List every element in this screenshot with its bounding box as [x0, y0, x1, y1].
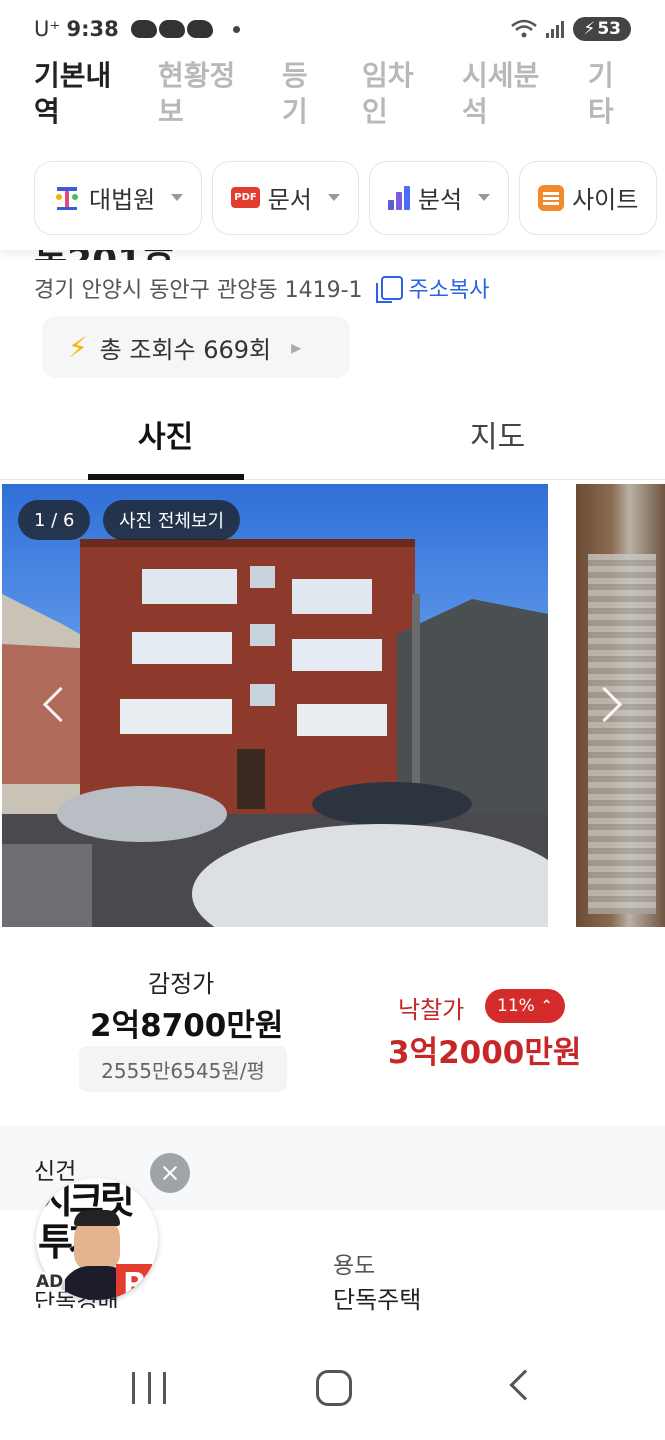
- more-notifications-icon: [232, 25, 240, 33]
- site-icon: [538, 184, 565, 211]
- copy-icon: [375, 276, 403, 303]
- talk-icon: [158, 20, 185, 38]
- section-tabs: 기본내역 현황정보 등기 임차인 시세분석 기타: [0, 58, 665, 142]
- charging-icon: ⚡: [583, 19, 596, 39]
- tab-price-analysis[interactable]: 시세분석: [462, 58, 550, 142]
- site-chip[interactable]: 사이트: [519, 160, 658, 235]
- talk-icon: [130, 20, 157, 38]
- bid-ratio-badge: 11% ⌃: [485, 989, 565, 1023]
- tab-map[interactable]: 지도: [470, 412, 525, 456]
- bid-ratio-value: 11%: [497, 996, 535, 1016]
- talk-icon: [186, 20, 213, 38]
- documents-chip[interactable]: PDF 문서: [212, 160, 359, 235]
- wifi-icon: [511, 19, 538, 38]
- lightning-icon: ⚡: [68, 330, 88, 364]
- chevron-up-icon: ⌃: [540, 998, 553, 1014]
- status-left: U⁺ 9:38: [34, 17, 240, 41]
- tab-basic-details[interactable]: 기본내역: [34, 58, 130, 142]
- tab-other[interactable]: 기타: [588, 58, 628, 142]
- back-button[interactable]: [509, 1369, 541, 1401]
- status-right: ⚡ 53: [511, 17, 631, 41]
- home-button[interactable]: [316, 1370, 352, 1406]
- ad-label: AD: [34, 1272, 66, 1292]
- court-chip-label: 대법원: [89, 186, 156, 214]
- chevron-right-icon[interactable]: [592, 682, 624, 730]
- view-all-photos-button[interactable]: 사진 전체보기: [103, 500, 241, 540]
- property-address: 경기 안양시 동안구 관양동 1419-1: [34, 278, 363, 303]
- chart-icon: [387, 185, 410, 210]
- tab-registry[interactable]: 등기: [282, 58, 322, 142]
- price-per-pyeong: 2555만6545원/평: [79, 1046, 287, 1092]
- active-tab-indicator: [88, 474, 244, 480]
- winning-bid-label: 낙찰가: [398, 996, 465, 1024]
- ad-badge: P: [116, 1264, 152, 1300]
- usage-label: 용도: [333, 1253, 376, 1279]
- quick-link-chips: 대법원 PDF 문서 분석 사이트: [0, 145, 665, 250]
- court-icon: [56, 186, 78, 210]
- system-navigation-bar: [0, 1336, 665, 1440]
- pdf-icon: PDF: [231, 187, 260, 208]
- view-count-button[interactable]: ⚡ 총 조회수 669회 ▸: [42, 316, 350, 378]
- chevron-down-icon: [478, 194, 491, 201]
- copy-address-label: 주소복사: [408, 278, 490, 303]
- address-row: 경기 안양시 동안구 관양동 1419-1 주소복사: [34, 272, 490, 304]
- usage-value: 단독주택: [333, 1286, 422, 1314]
- tab-tenant[interactable]: 임차인: [362, 58, 424, 142]
- view-count-label: 총 조회수 669회: [99, 335, 272, 364]
- appraisal-value: 2억8700만원: [90, 1008, 284, 1044]
- winning-bid-value: 3억2000만원: [388, 1035, 582, 1071]
- recents-button[interactable]: [132, 1372, 166, 1404]
- chevron-down-icon: [327, 194, 340, 201]
- photo-counter: 1 / 6: [18, 500, 91, 540]
- battery-indicator: ⚡ 53: [573, 17, 631, 41]
- chevron-left-icon[interactable]: [38, 682, 70, 730]
- photo-gallery[interactable]: 1 / 6 사진 전체보기: [0, 482, 665, 929]
- clock: 9:38: [66, 17, 119, 41]
- copy-address-button[interactable]: 주소복사: [375, 272, 490, 304]
- analysis-chip-label: 분석: [417, 186, 463, 214]
- building-photo-illustration: [2, 539, 548, 927]
- court-chip[interactable]: 대법원: [34, 160, 203, 235]
- close-ad-button[interactable]: [150, 1153, 190, 1193]
- battery-level: 53: [597, 19, 621, 39]
- tab-status-info[interactable]: 현황정보: [158, 58, 248, 142]
- tab-photo[interactable]: 사진: [138, 412, 193, 456]
- notification-icons: [130, 20, 213, 38]
- chevron-down-icon: [171, 194, 184, 201]
- media-tabs: 사진 지도: [0, 396, 665, 480]
- carrier-label: U⁺: [34, 17, 61, 41]
- status-bar: U⁺ 9:38 ⚡ 53: [0, 0, 665, 58]
- site-chip-label: 사이트: [572, 186, 639, 214]
- analysis-chip[interactable]: 분석: [368, 160, 510, 235]
- appraisal-label: 감정가: [148, 970, 215, 998]
- documents-chip-label: 문서: [267, 186, 312, 214]
- property-photo[interactable]: [2, 484, 548, 927]
- chevron-right-icon: ▸: [291, 335, 302, 359]
- signal-icon: [546, 21, 565, 38]
